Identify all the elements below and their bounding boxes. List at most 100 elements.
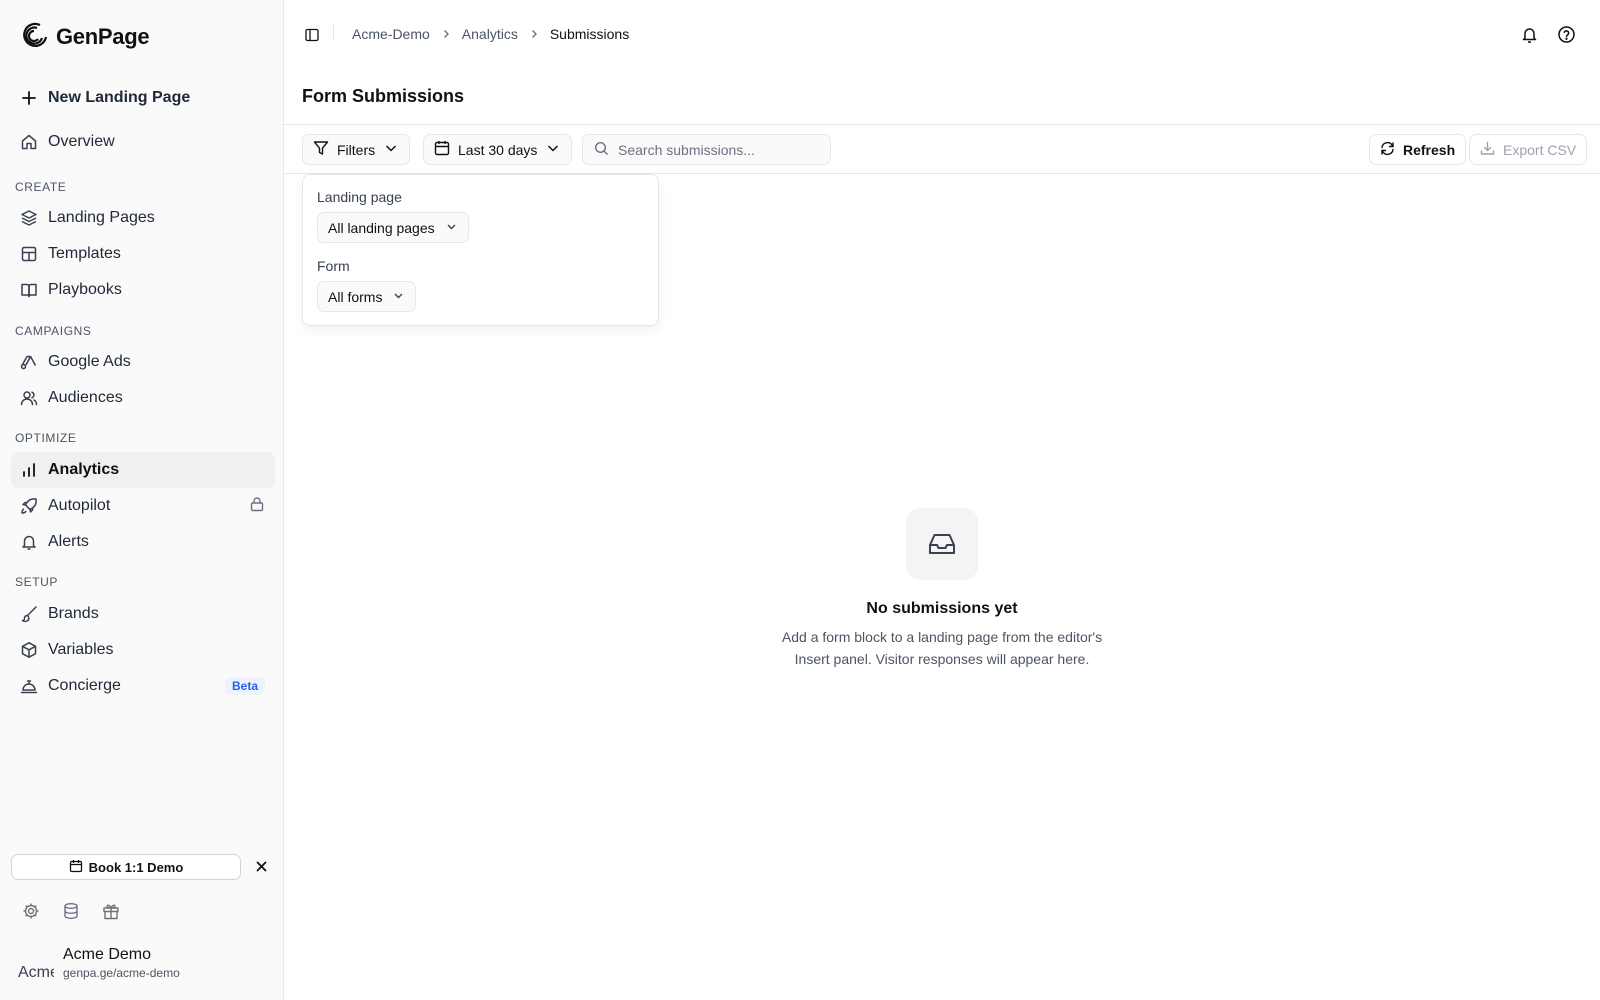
filters-label: Filters (337, 141, 376, 158)
new-landing-page-button[interactable]: New Landing Page (11, 80, 275, 116)
filters-button[interactable]: Filters (302, 134, 411, 165)
section-label-setup: SETUP (15, 575, 59, 589)
sidebar-item-templates[interactable]: Templates (11, 236, 275, 272)
chevron-down-icon (392, 289, 405, 305)
close-demo-button[interactable] (252, 858, 270, 876)
sidebar-item-label: Analytics (48, 461, 120, 478)
export-csv-button[interactable]: Export CSV (1469, 134, 1588, 165)
settings-gear-icon[interactable] (22, 902, 40, 920)
users-icon (20, 389, 38, 407)
form-select[interactable]: All forms (317, 281, 417, 312)
sidebar-item-label: Concierge (48, 677, 121, 694)
sidebar-item-label: Alerts (48, 533, 89, 550)
search-box (582, 134, 831, 165)
sidebar-item-landing-pages[interactable]: Landing Pages (11, 200, 275, 236)
beta-badge: Beta (224, 677, 265, 695)
help-circle-icon[interactable] (1557, 25, 1576, 44)
sidebar-item-autopilot[interactable]: Autopilot (11, 488, 275, 524)
divider (333, 24, 334, 40)
book-demo-label: Book 1:1 Demo (88, 859, 184, 875)
home-icon (20, 133, 38, 151)
landing-page-filter-label: Landing page (317, 189, 402, 205)
sidebar-item-label: Autopilot (48, 497, 111, 514)
chevron-down-icon (383, 140, 399, 159)
form-select-value: All forms (328, 288, 383, 305)
bar-chart-icon (20, 461, 38, 479)
section-label-create: CREATE (15, 180, 67, 194)
sidebar-item-playbooks[interactable]: Playbooks (11, 272, 275, 308)
layers-icon (20, 209, 38, 227)
sidebar-toggle-icon[interactable] (304, 27, 320, 43)
sidebar-item-overview[interactable]: Overview (11, 124, 275, 160)
landing-page-select[interactable]: All landing pages (317, 212, 469, 243)
sidebar-item-brands[interactable]: Brands (11, 596, 275, 632)
inbox-icon (906, 508, 978, 580)
date-range-label: Last 30 days (458, 141, 538, 158)
calendar-icon (69, 859, 83, 876)
sidebar-item-label: Overview (48, 133, 115, 150)
close-icon (256, 859, 267, 875)
sidebar-item-variables[interactable]: Variables (11, 632, 275, 668)
empty-state-description: Add a form block to a landing page from … (781, 629, 1103, 667)
refresh-label: Refresh (1403, 141, 1456, 158)
sidebar-item-label: Playbooks (48, 281, 122, 298)
sidebar: GenPage New Landing Page Overview CREATE… (0, 0, 284, 1000)
sidebar-item-alerts[interactable]: Alerts (11, 524, 275, 560)
sidebar-item-label: Landing Pages (48, 209, 155, 226)
breadcrumb-item-workspace[interactable]: Acme-Demo (352, 26, 430, 42)
empty-state-title: No submissions yet (866, 600, 1018, 617)
gift-icon[interactable] (102, 902, 120, 920)
bell-icon (20, 533, 38, 551)
form-filter-label: Form (317, 258, 350, 274)
account-menu[interactable]: Acme Acme Demo genpa.ge/acme-demo (18, 945, 180, 981)
filters-popover: Landing page All landing pages Form All … (302, 174, 659, 326)
breadcrumb-item-analytics[interactable]: Analytics (462, 26, 518, 42)
sidebar-item-label: Audiences (48, 389, 123, 406)
empty-state: No submissions yet Add a form block to a… (284, 508, 1600, 670)
chevron-right-icon (440, 28, 452, 40)
database-icon[interactable] (62, 902, 80, 920)
search-input[interactable] (618, 141, 818, 158)
app-logo[interactable]: GenPage (20, 20, 150, 53)
landing-page-select-value: All landing pages (328, 219, 435, 236)
layout-icon (20, 245, 38, 263)
top-bar: Acme-Demo Analytics Submissions (284, 0, 1600, 70)
divider (284, 124, 1600, 125)
calendar-icon (434, 140, 450, 159)
chevron-down-icon (445, 220, 458, 236)
sidebar-item-google-ads[interactable]: Google Ads (11, 344, 275, 380)
rocket-icon (20, 497, 38, 515)
breadcrumb: Acme-Demo Analytics Submissions (352, 26, 629, 42)
chevron-down-icon (545, 140, 561, 159)
refresh-icon (1380, 141, 1395, 159)
main-content: Acme-Demo Analytics Submissions Form Sub… (284, 0, 1600, 1000)
sidebar-item-label: Brands (48, 605, 99, 622)
avatar: Acme (18, 945, 54, 981)
export-csv-label: Export CSV (1503, 141, 1577, 158)
new-landing-page-label: New Landing Page (48, 89, 191, 106)
section-label-campaigns: CAMPAIGNS (15, 324, 92, 338)
plus-icon (20, 89, 38, 107)
sidebar-item-label: Variables (48, 641, 114, 658)
box-icon (20, 641, 38, 659)
sidebar-item-audiences[interactable]: Audiences (11, 380, 275, 416)
date-range-select[interactable]: Last 30 days (423, 134, 573, 165)
refresh-button[interactable]: Refresh (1369, 134, 1467, 165)
filter-funnel-icon (313, 140, 329, 159)
section-label-optimize: OPTIMIZE (15, 431, 77, 445)
page-title: Form Submissions (302, 86, 465, 106)
app-name: GenPage (56, 23, 150, 49)
account-url: genpa.ge/acme-demo (63, 966, 180, 980)
account-name: Acme Demo (63, 946, 152, 963)
genpage-logo-icon (20, 20, 50, 53)
sidebar-item-concierge[interactable]: Concierge Beta (11, 668, 275, 704)
chevron-right-icon (528, 28, 540, 40)
sidebar-item-analytics[interactable]: Analytics (11, 452, 275, 488)
book-demo-button[interactable]: Book 1:1 Demo (11, 854, 241, 880)
search-icon (594, 141, 609, 159)
sidebar-item-label: Templates (48, 245, 121, 262)
concierge-bell-icon (20, 677, 38, 695)
notifications-bell-icon[interactable] (1520, 25, 1539, 44)
book-open-icon (20, 281, 38, 299)
google-ads-icon (20, 353, 38, 371)
